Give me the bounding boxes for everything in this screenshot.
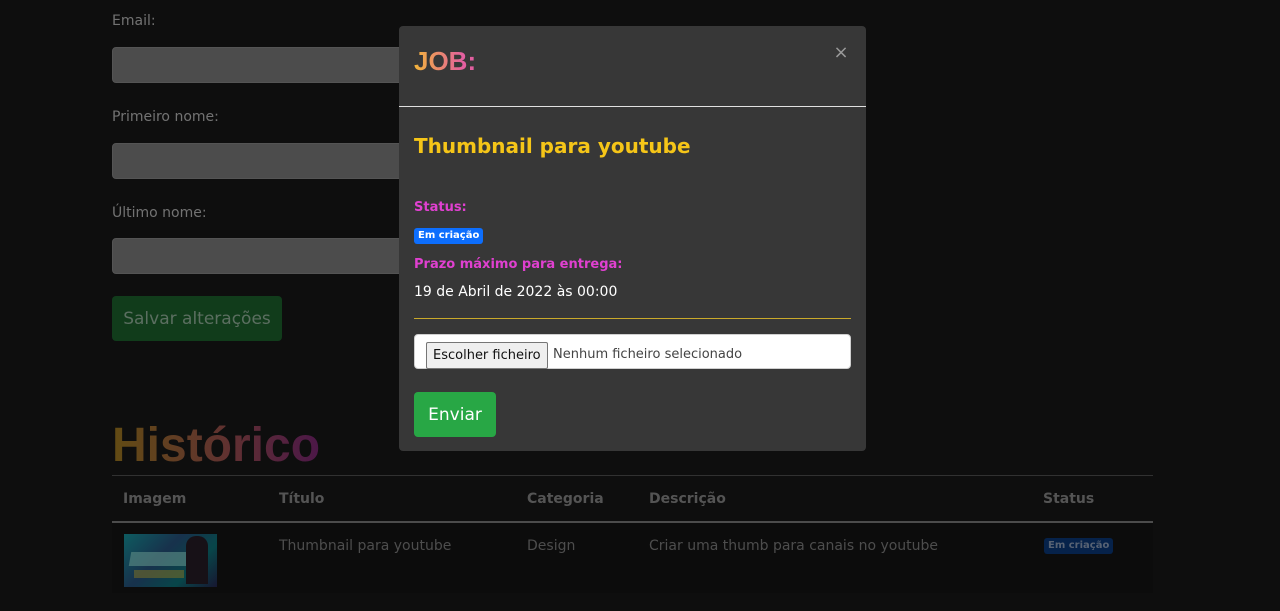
status-badge: Em criação	[414, 228, 484, 244]
file-input[interactable]: Escolher ficheiro Nenhum ficheiro seleci…	[414, 334, 851, 369]
deadline-value: 19 de Abril de 2022 às 00:00	[414, 284, 618, 300]
job-name: Thumbnail para youtube	[414, 134, 691, 158]
status-label: Status:	[414, 200, 467, 215]
job-modal: JOB: × Thumbnail para youtube Status: Em…	[399, 26, 866, 451]
submit-button[interactable]: Enviar	[414, 392, 496, 437]
modal-header-divider	[399, 106, 866, 107]
modal-section-divider	[414, 318, 851, 319]
page: Email: Primeiro nome: Último nome: Salva…	[0, 0, 1280, 611]
choose-file-button[interactable]: Escolher ficheiro	[426, 342, 548, 369]
deadline-label: Prazo máximo para entrega:	[414, 257, 623, 272]
modal-title: JOB:	[414, 46, 477, 76]
file-status-text: Nenhum ficheiro selecionado	[553, 347, 743, 362]
close-icon[interactable]: ×	[832, 44, 850, 62]
